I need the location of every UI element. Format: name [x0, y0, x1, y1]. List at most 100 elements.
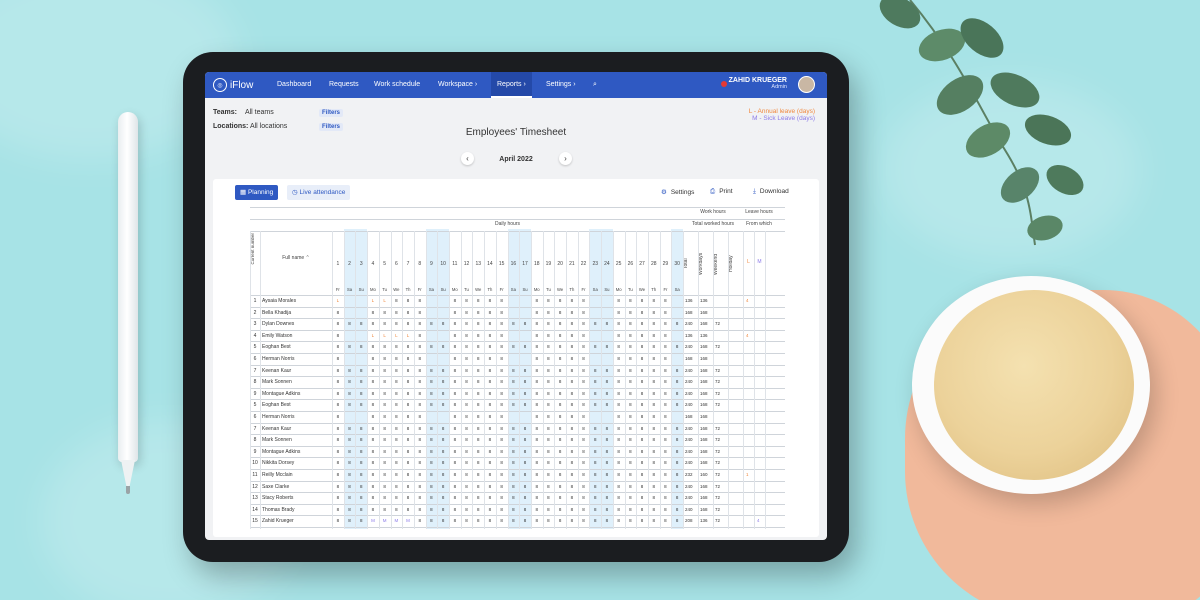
hours-cell[interactable]: 8 — [519, 426, 531, 431]
hours-cell[interactable]: 8 — [379, 402, 391, 407]
hours-cell[interactable]: 8 — [554, 518, 566, 523]
hours-cell[interactable]: M — [391, 518, 403, 523]
hours-cell[interactable]: 8 — [625, 368, 637, 373]
hours-cell[interactable]: 8 — [625, 518, 637, 523]
employee-name[interactable]: Eoghan Best — [262, 344, 291, 350]
hours-cell[interactable]: 8 — [484, 402, 496, 407]
hours-cell[interactable]: 8 — [484, 344, 496, 349]
hours-cell[interactable]: 8 — [496, 344, 508, 349]
hours-cell[interactable]: 8 — [648, 414, 660, 419]
hours-cell[interactable]: 8 — [426, 426, 438, 431]
hours-cell[interactable]: 8 — [449, 321, 461, 326]
hours-cell[interactable]: 8 — [660, 310, 672, 315]
hours-cell[interactable]: 8 — [660, 356, 672, 361]
hours-cell[interactable]: 8 — [437, 518, 449, 523]
hours-cell[interactable]: 8 — [589, 495, 601, 500]
hours-cell[interactable]: 8 — [496, 356, 508, 361]
hours-cell[interactable]: 8 — [554, 333, 566, 338]
hours-cell[interactable]: 8 — [531, 426, 543, 431]
hours-cell[interactable]: 8 — [426, 472, 438, 477]
hours-cell[interactable]: 8 — [566, 356, 578, 361]
hours-cell[interactable]: 8 — [601, 507, 613, 512]
hours-cell[interactable]: 8 — [589, 449, 601, 454]
hours-cell[interactable]: 8 — [379, 344, 391, 349]
hours-cell[interactable]: 8 — [414, 333, 426, 338]
hours-cell[interactable]: 8 — [484, 368, 496, 373]
hours-cell[interactable]: 8 — [484, 414, 496, 419]
hours-cell[interactable]: 8 — [613, 344, 625, 349]
hours-cell[interactable]: 8 — [426, 495, 438, 500]
hours-cell[interactable]: 8 — [461, 449, 473, 454]
hours-cell[interactable]: 8 — [543, 426, 555, 431]
hours-cell[interactable]: 8 — [355, 449, 367, 454]
hours-cell[interactable]: 8 — [531, 449, 543, 454]
hours-cell[interactable]: 8 — [613, 414, 625, 419]
hours-cell[interactable]: 8 — [426, 321, 438, 326]
hours-cell[interactable]: 8 — [496, 495, 508, 500]
hours-cell[interactable]: 8 — [367, 356, 379, 361]
hours-cell[interactable]: 8 — [636, 298, 648, 303]
hours-cell[interactable]: 8 — [601, 460, 613, 465]
hours-cell[interactable]: 8 — [613, 507, 625, 512]
hours-cell[interactable]: 8 — [554, 310, 566, 315]
hours-cell[interactable]: 8 — [426, 402, 438, 407]
hours-cell[interactable]: 8 — [391, 310, 403, 315]
hours-cell[interactable]: 8 — [461, 391, 473, 396]
hours-cell[interactable]: 8 — [344, 426, 356, 431]
hours-cell[interactable]: 8 — [332, 495, 344, 500]
hours-cell[interactable]: 8 — [625, 484, 637, 489]
hours-cell[interactable]: 8 — [671, 402, 683, 407]
hours-cell[interactable]: 8 — [391, 368, 403, 373]
hours-cell[interactable]: 8 — [414, 472, 426, 477]
hours-cell[interactable]: 8 — [472, 426, 484, 431]
hours-cell[interactable]: 8 — [461, 298, 473, 303]
hours-cell[interactable]: 8 — [613, 310, 625, 315]
hours-cell[interactable]: 8 — [496, 391, 508, 396]
hours-cell[interactable]: 8 — [496, 368, 508, 373]
employee-name[interactable]: Zahid Krueger — [262, 518, 294, 524]
hours-cell[interactable]: 8 — [355, 321, 367, 326]
hours-cell[interactable]: 8 — [508, 426, 520, 431]
hours-cell[interactable]: 8 — [531, 298, 543, 303]
hours-cell[interactable]: 8 — [355, 507, 367, 512]
hours-cell[interactable]: 8 — [660, 391, 672, 396]
hours-cell[interactable]: 8 — [566, 426, 578, 431]
hours-cell[interactable]: 8 — [496, 402, 508, 407]
hours-cell[interactable]: 8 — [671, 437, 683, 442]
hours-cell[interactable]: 8 — [402, 368, 414, 373]
hours-cell[interactable]: 8 — [543, 310, 555, 315]
hours-cell[interactable]: 8 — [484, 310, 496, 315]
hours-cell[interactable]: 8 — [508, 449, 520, 454]
hours-cell[interactable]: 8 — [636, 437, 648, 442]
hours-cell[interactable]: 8 — [437, 379, 449, 384]
hours-cell[interactable]: 8 — [648, 402, 660, 407]
hours-cell[interactable]: 8 — [648, 310, 660, 315]
hours-cell[interactable]: 8 — [625, 414, 637, 419]
hours-cell[interactable]: 8 — [414, 507, 426, 512]
hours-cell[interactable]: 8 — [566, 484, 578, 489]
hours-cell[interactable]: 8 — [613, 402, 625, 407]
hours-cell[interactable]: 8 — [449, 518, 461, 523]
hours-cell[interactable]: 8 — [449, 437, 461, 442]
hours-cell[interactable]: 8 — [344, 379, 356, 384]
hours-cell[interactable]: 8 — [332, 379, 344, 384]
hours-cell[interactable]: 8 — [660, 426, 672, 431]
hours-cell[interactable]: 8 — [613, 449, 625, 454]
hours-cell[interactable]: 8 — [636, 310, 648, 315]
hours-cell[interactable]: 8 — [519, 402, 531, 407]
hours-cell[interactable]: L — [379, 333, 391, 338]
employee-name[interactable]: Mark Sonnen — [262, 437, 292, 443]
nav-item-settings[interactable]: Settings › — [546, 72, 576, 98]
hours-cell[interactable]: 8 — [461, 333, 473, 338]
hours-cell[interactable]: 8 — [531, 414, 543, 419]
employee-name[interactable]: Aysaia Morales — [262, 298, 296, 304]
print-button[interactable]: ⎙ Print — [710, 188, 733, 196]
hours-cell[interactable]: 8 — [437, 426, 449, 431]
hours-cell[interactable]: 8 — [613, 518, 625, 523]
hours-cell[interactable]: 8 — [496, 333, 508, 338]
hours-cell[interactable]: 8 — [367, 507, 379, 512]
hours-cell[interactable]: 8 — [402, 460, 414, 465]
hours-cell[interactable]: 8 — [461, 402, 473, 407]
hours-cell[interactable]: 8 — [543, 356, 555, 361]
hours-cell[interactable]: 8 — [355, 379, 367, 384]
